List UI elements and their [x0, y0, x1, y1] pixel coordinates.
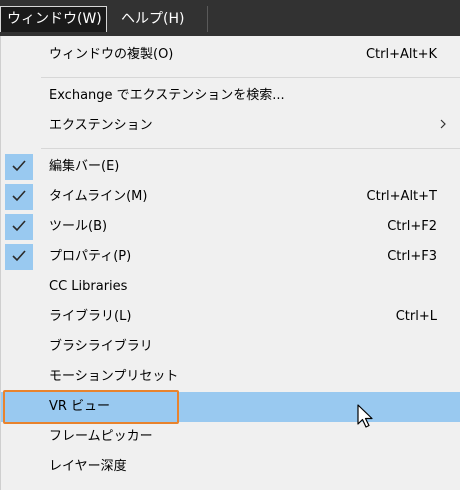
menu-item-label: ブラシライブラリ	[49, 339, 153, 354]
menu-item-label: モーションプリセット	[49, 369, 179, 384]
menu-item-label: Exchange でエクステンションを検索...	[49, 88, 285, 103]
menu-help[interactable]: ヘルプ(H)	[115, 6, 205, 32]
submenu-arrow-icon	[439, 111, 447, 141]
menu-item-shortcut: Ctrl+L	[395, 309, 437, 324]
menu-item-label: レイヤー深度	[49, 459, 127, 474]
menu-item-label: ツール(B)	[49, 219, 108, 234]
menu-item-shortcut: Ctrl+F3	[387, 249, 437, 264]
menu-item-extensions[interactable]: エクステンション	[1, 111, 460, 141]
window-menu-dropdown: ウィンドウの複製(O) Ctrl+Alt+K Exchange でエクステンショ…	[0, 36, 460, 490]
menu-item-exchange-search[interactable]: Exchange でエクステンションを検索...	[1, 81, 460, 111]
check-icon	[5, 214, 33, 240]
menu-item-properties[interactable]: プロパティ(P) Ctrl+F3	[1, 242, 460, 272]
menu-item-layer-depth[interactable]: レイヤー深度	[1, 452, 460, 482]
menu-separator	[41, 77, 460, 78]
menu-item-shortcut: Ctrl+Alt+T	[366, 189, 437, 204]
menu-item-shortcut: Ctrl+Alt+K	[365, 47, 437, 62]
menu-item-label: エクステンション	[49, 118, 153, 133]
menu-item-label: プロパティ(P)	[49, 249, 132, 264]
mouse-cursor-icon	[357, 404, 375, 434]
menu-bar: ウィンドウ(W) ヘルプ(H)	[0, 0, 460, 36]
menu-item-label: フレームピッカー	[49, 429, 153, 444]
menu-item-timeline[interactable]: タイムライン(M) Ctrl+Alt+T	[1, 182, 460, 212]
menu-bar-divider	[207, 6, 208, 32]
menu-item-edit-bar[interactable]: 編集バー(E)	[1, 152, 460, 182]
focus-highlight-outline	[3, 390, 179, 424]
check-icon	[5, 184, 33, 210]
check-icon	[5, 154, 33, 180]
menu-item-brush-library[interactable]: ブラシライブラリ	[1, 332, 460, 362]
menu-item-library[interactable]: ライブラリ(L) Ctrl+L	[1, 302, 460, 332]
menu-item-shortcut: Ctrl+F2	[387, 219, 437, 234]
check-icon	[5, 244, 33, 270]
menu-window[interactable]: ウィンドウ(W)	[0, 6, 107, 32]
menu-item-cc-libraries[interactable]: CC Libraries	[1, 272, 460, 302]
menu-item-tools[interactable]: ツール(B) Ctrl+F2	[1, 212, 460, 242]
menu-item-label: 編集バー(E)	[49, 159, 120, 174]
menu-item-label: ウィンドウの複製(O)	[49, 47, 174, 62]
menu-item-frame-picker[interactable]: フレームピッカー	[1, 422, 460, 452]
menu-item-duplicate-window[interactable]: ウィンドウの複製(O) Ctrl+Alt+K	[1, 40, 460, 70]
menu-item-label: CC Libraries	[49, 279, 128, 294]
menu-item-label: タイムライン(M)	[49, 189, 148, 204]
menu-item-label: ライブラリ(L)	[49, 309, 132, 324]
menu-item-motion-presets[interactable]: モーションプリセット	[1, 362, 460, 392]
menu-separator	[41, 148, 460, 149]
